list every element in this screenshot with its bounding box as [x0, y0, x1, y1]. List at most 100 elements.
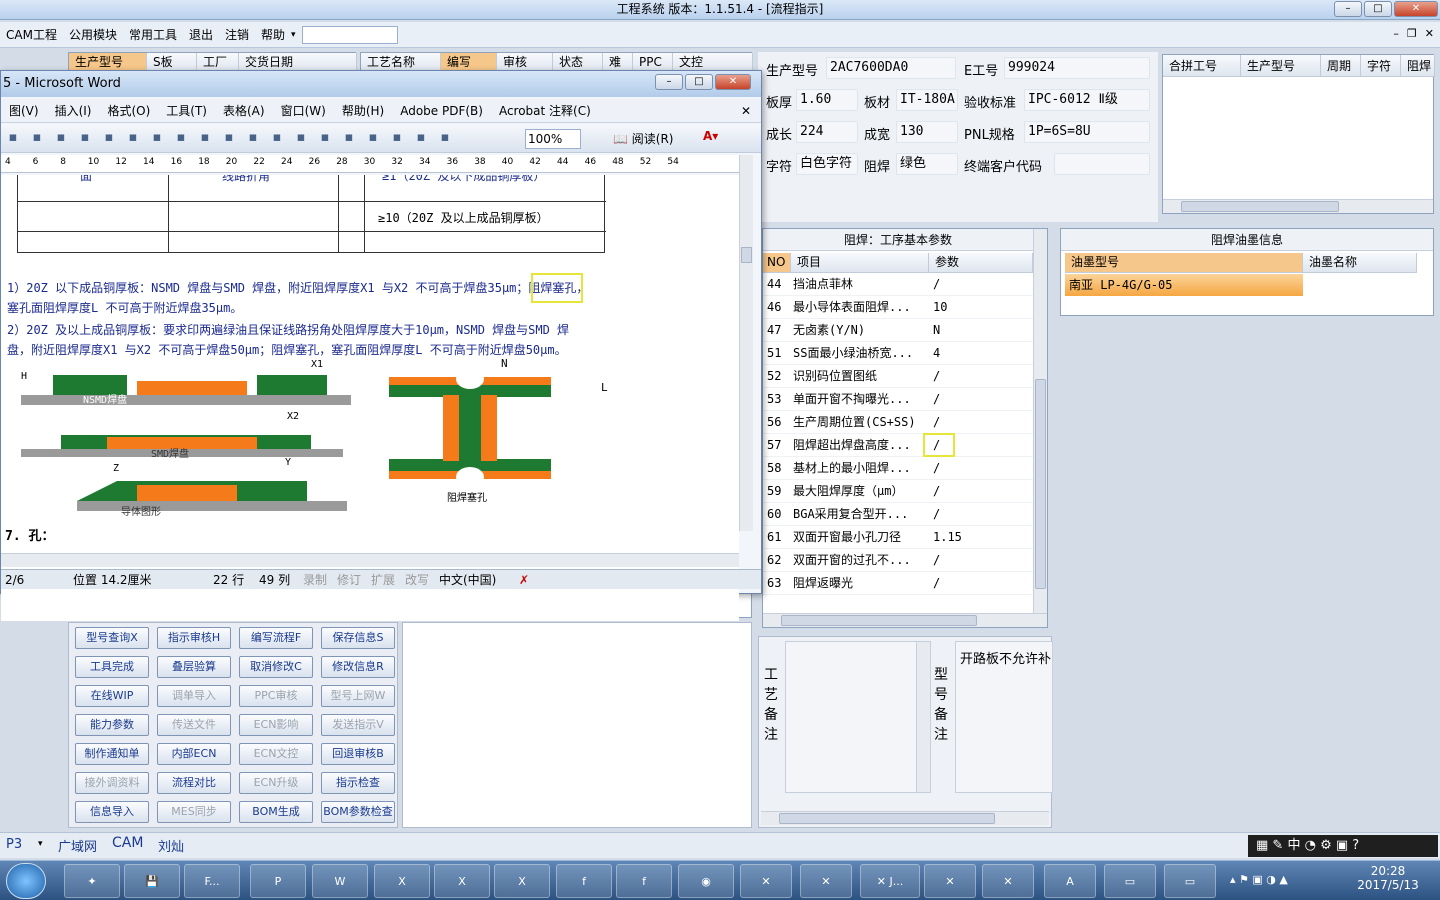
param-row[interactable]: 56 生产周期位置(CS+SS) /	[763, 411, 1033, 434]
mask-field[interactable]: 绿色	[896, 153, 958, 175]
taskbar-x-5[interactable]: ✕	[982, 864, 1034, 898]
word-menu-item[interactable]: 插入(I)	[47, 102, 100, 119]
docmap-icon[interactable]: ▪	[411, 130, 431, 148]
taskbar-app-p[interactable]: P	[250, 864, 306, 898]
mdi-minimize-icon[interactable]: –	[1393, 27, 1399, 40]
word-menu-item[interactable]: Adobe PDF(B)	[392, 104, 491, 118]
action-button[interactable]: MES同步	[157, 801, 231, 823]
param-row[interactable]: 60 BGA采用复合型开... /	[763, 503, 1033, 526]
taskbar-app-f3[interactable]: f	[616, 864, 672, 898]
ink-row[interactable]: 南亚 LP-4G/G-05	[1065, 274, 1417, 296]
action-button[interactable]: 编写流程F	[239, 627, 313, 649]
action-button[interactable]: ECN影响	[239, 714, 313, 736]
traditional-icon[interactable]: ▪	[51, 130, 71, 148]
clock[interactable]: 20:28 2017/5/13	[1356, 864, 1420, 892]
paste-icon[interactable]: ▪	[171, 130, 191, 148]
tab-cam[interactable]: CAM	[112, 835, 143, 851]
param-row[interactable]: 44 挡油点菲林 /	[763, 273, 1033, 296]
mdi-close-icon[interactable]: ✕	[1425, 27, 1434, 40]
taskbar-x-3[interactable]: ✕ J...	[860, 864, 920, 898]
minimize-button[interactable]: –	[1334, 1, 1362, 17]
action-button[interactable]: ECN文控	[239, 743, 313, 765]
action-button[interactable]: 接外调资料	[75, 772, 149, 794]
eno-field[interactable]: 999024	[1004, 57, 1150, 79]
status-rev[interactable]: 修订	[337, 570, 361, 590]
taskbar-app-f[interactable]: F...	[184, 864, 240, 898]
action-button[interactable]: 发送指示V	[321, 714, 395, 736]
param-row[interactable]: 46 最小导体表面阻焊... 10	[763, 296, 1033, 319]
action-button[interactable]: 修改信息R	[321, 656, 395, 678]
col-merge-no[interactable]: 合拼工号	[1163, 55, 1241, 77]
craft-remark-box[interactable]	[785, 641, 931, 793]
param-row[interactable]: 47 无卤素(Y/N) N	[763, 319, 1033, 342]
undo-icon[interactable]: ▪	[219, 130, 239, 148]
status-ext[interactable]: 扩展	[371, 570, 395, 590]
preview-icon[interactable]: ▪	[27, 130, 47, 148]
word-menu-item[interactable]: 表格(A)	[215, 102, 273, 119]
spell-check-icon[interactable]: ✗	[519, 570, 529, 590]
word-menu-item[interactable]: 格式(O)	[99, 102, 158, 119]
action-button[interactable]: BOM生成	[239, 801, 313, 823]
font-color-icon[interactable]: A▾	[703, 129, 718, 143]
status-ovr[interactable]: 改写	[405, 570, 429, 590]
param-row[interactable]: 52 识别码位置图纸 /	[763, 365, 1033, 388]
col-ink-name[interactable]: 油墨名称	[1303, 253, 1417, 273]
taskbar-app-1[interactable]: ✦	[64, 864, 120, 898]
action-button[interactable]: 内部ECN	[157, 743, 231, 765]
action-button[interactable]: 型号查询X	[75, 627, 149, 649]
mat-field[interactable]: IT-180A	[896, 89, 958, 111]
excel-taskbar-icon-1[interactable]: X	[374, 864, 430, 898]
wid-field[interactable]: 130	[896, 121, 958, 143]
word-menu-item[interactable]: 窗口(W)	[273, 102, 334, 119]
action-button[interactable]: 叠层验算	[157, 656, 231, 678]
taskbar-app-a[interactable]: A	[1044, 864, 1096, 898]
param-row[interactable]: 53 单面开窗不掏曝光... /	[763, 388, 1033, 411]
cut-icon[interactable]: ▪	[123, 130, 143, 148]
col-item[interactable]: 项目	[791, 253, 929, 273]
menu-exit[interactable]: 退出	[183, 26, 219, 43]
param-row[interactable]: 61 双面开窗最小孔刀径 1.15	[763, 526, 1033, 549]
merge-hscroll[interactable]	[1163, 199, 1433, 213]
table-icon[interactable]: ▪	[291, 130, 311, 148]
status-rec[interactable]: 录制	[303, 570, 327, 590]
save-icon[interactable]: 💾	[124, 864, 180, 898]
action-button[interactable]: 制作通知单	[75, 743, 149, 765]
remarks-hscroll[interactable]	[761, 811, 1049, 825]
taskbar-app-screen-1[interactable]: ▭	[1104, 864, 1156, 898]
taskbar-app-screen-2[interactable]: ▭	[1164, 864, 1216, 898]
action-button[interactable]: ECN升级	[239, 772, 313, 794]
model-field[interactable]: 2AC7600DA0	[826, 57, 956, 79]
read-button[interactable]: 📖 阅读(R)	[613, 130, 673, 147]
col-param[interactable]: 参数	[929, 253, 1033, 273]
action-button[interactable]: 指示审核H	[157, 627, 231, 649]
word-maximize-button[interactable]: □	[685, 74, 713, 90]
close-button[interactable]: ✕	[1394, 1, 1438, 17]
action-button[interactable]: 在线WIP	[75, 685, 149, 707]
hyperlink-icon[interactable]: ▪	[267, 130, 287, 148]
menu-help[interactable]: 帮助	[255, 26, 291, 43]
col-ink-model[interactable]: 油墨型号	[1065, 253, 1303, 273]
insert-table-icon[interactable]: ▪	[315, 130, 335, 148]
taskbar-x-4[interactable]: ✕	[924, 864, 976, 898]
action-button[interactable]: 型号上网W	[321, 685, 395, 707]
format-painter-icon[interactable]: ▪	[195, 130, 215, 148]
mdi-restore-icon[interactable]: ❐	[1407, 27, 1417, 40]
pnl-field[interactable]: 1P=6S=8U	[1024, 121, 1150, 143]
col-no[interactable]: NO	[763, 253, 791, 273]
drawing-icon[interactable]: ▪	[387, 130, 407, 148]
param-row[interactable]: 57 阻焊超出焊盘高度... /	[763, 434, 1033, 457]
tray-icons[interactable]: ▴ ⚑ ▣ ◑ ▲	[1230, 873, 1288, 886]
chevron-down-icon[interactable]: ▾	[291, 30, 296, 40]
thick-field[interactable]: 1.60	[796, 89, 858, 111]
tab-select[interactable]: P3	[6, 837, 22, 852]
spell-icon[interactable]: ▪	[75, 130, 95, 148]
action-button[interactable]: 保存信息S	[321, 627, 395, 649]
columns-icon[interactable]: ▪	[363, 130, 383, 148]
ime-bar[interactable]: ▦ ✎ 中 ◔ ⚙ ▣ ?	[1248, 835, 1438, 857]
len-field[interactable]: 224	[796, 121, 858, 143]
word-minimize-button[interactable]: –	[655, 74, 683, 90]
col-merge-model[interactable]: 生产型号	[1241, 55, 1321, 77]
action-button[interactable]: 调单导入	[157, 685, 231, 707]
col-merge-mask[interactable]: 阻焊	[1401, 55, 1435, 77]
action-button[interactable]: 工具完成	[75, 656, 149, 678]
